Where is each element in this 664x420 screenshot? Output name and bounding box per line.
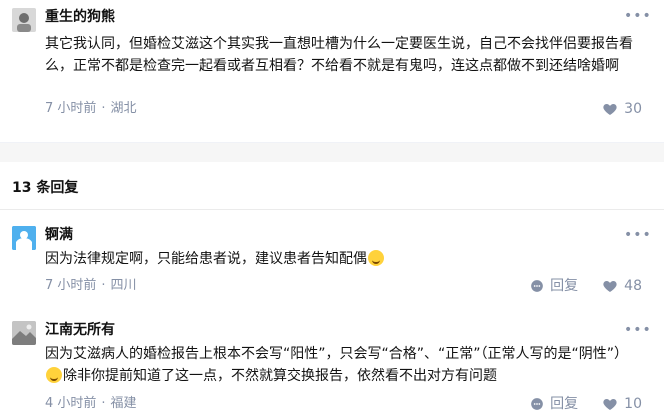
comment-actions: 30 — [578, 100, 642, 118]
comment-time: 7 小时前 — [45, 101, 97, 116]
reply-bubble-icon — [531, 280, 544, 292]
avatar[interactable] — [12, 8, 36, 32]
like-button[interactable]: 10 — [602, 395, 642, 413]
reply-meta: 7 小时前 · 四川 — [45, 277, 137, 295]
reply-time: 7 小时前 — [45, 278, 97, 293]
reply-content: 因为法律规定啊，只能给患者说，建议患者告知配偶 — [45, 248, 645, 270]
reply-item: 江南无所有 ••• 因为艾滋病人的婚检报告上根本不会写“阳性”，只会写“合格”、… — [0, 305, 664, 420]
reply-time: 4 小时前 — [45, 396, 97, 411]
reply-author[interactable]: 锕满 — [45, 225, 73, 245]
meta-separator: · — [101, 396, 106, 411]
like-button[interactable]: 48 — [602, 277, 642, 295]
reply-item: 锕满 ••• 因为法律规定啊，只能给患者说，建议患者告知配偶 7 小时前 · 四川 … — [0, 210, 664, 305]
comment-meta: 7 小时前 · 湖北 — [45, 100, 137, 118]
reply-content: 因为艾滋病人的婚检报告上根本不会写“阳性”，只会写“合格”、“正常”（正常人写的… — [45, 343, 645, 387]
reply-actions: 回复 10 — [506, 395, 642, 413]
avatar[interactable] — [12, 226, 36, 250]
laugh-cry-emoji-icon — [46, 367, 62, 383]
reply-location: 四川 — [110, 278, 137, 293]
meta-separator: · — [101, 278, 106, 293]
section-gap — [0, 142, 664, 162]
heart-icon — [603, 399, 617, 410]
avatar[interactable] — [12, 321, 36, 345]
heart-icon — [603, 281, 617, 292]
reply-location: 福建 — [110, 396, 137, 411]
reply-button[interactable]: 回复 — [530, 277, 578, 295]
comment-content: 其它我认同，但婚检艾滋这个其实我一直想吐槽为什么一定要医生说，自己不会找伴侣要报… — [45, 36, 633, 74]
heart-icon — [603, 104, 617, 115]
meta-separator: · — [101, 101, 106, 116]
laugh-cry-emoji-icon — [368, 250, 384, 266]
reply-button[interactable]: 回复 — [530, 395, 578, 413]
like-count: 30 — [624, 101, 642, 117]
comment-location: 湖北 — [110, 101, 137, 116]
comment-item: 重生的狗熊 ••• 其它我认同，但婚检艾滋这个其实我一直想吐槽为什么一定要医生说… — [0, 0, 664, 142]
more-horizontal-icon[interactable]: ••• — [624, 8, 651, 24]
avatar-image — [12, 226, 36, 250]
like-count: 48 — [624, 278, 642, 294]
reply-bubble-icon — [531, 398, 544, 410]
reply-author[interactable]: 江南无所有 — [45, 320, 115, 340]
reply-label: 回复 — [550, 278, 579, 294]
reply-text-continued: 除非你提前知道了这一点，不然就算交换报告，依然看不出对方有问题 — [63, 368, 497, 384]
reply-label: 回复 — [550, 396, 579, 412]
comment-author[interactable]: 重生的狗熊 — [45, 7, 115, 27]
reply-text: 因为艾滋病人的婚检报告上根本不会写“阳性”，只会写“合格”、“正常”（正常人写的… — [45, 346, 629, 362]
avatar-image — [12, 8, 36, 32]
replies-header: 13 条回复 — [12, 180, 79, 196]
more-horizontal-icon[interactable]: ••• — [624, 227, 651, 243]
reply-meta: 4 小时前 · 福建 — [45, 395, 137, 413]
like-count: 10 — [624, 396, 642, 412]
like-button[interactable]: 30 — [602, 100, 642, 118]
reply-actions: 回复 48 — [506, 277, 642, 295]
reply-text: 因为法律规定啊，只能给患者说，建议患者告知配偶 — [45, 251, 367, 267]
avatar-image — [12, 321, 36, 345]
more-horizontal-icon[interactable]: ••• — [624, 322, 651, 338]
